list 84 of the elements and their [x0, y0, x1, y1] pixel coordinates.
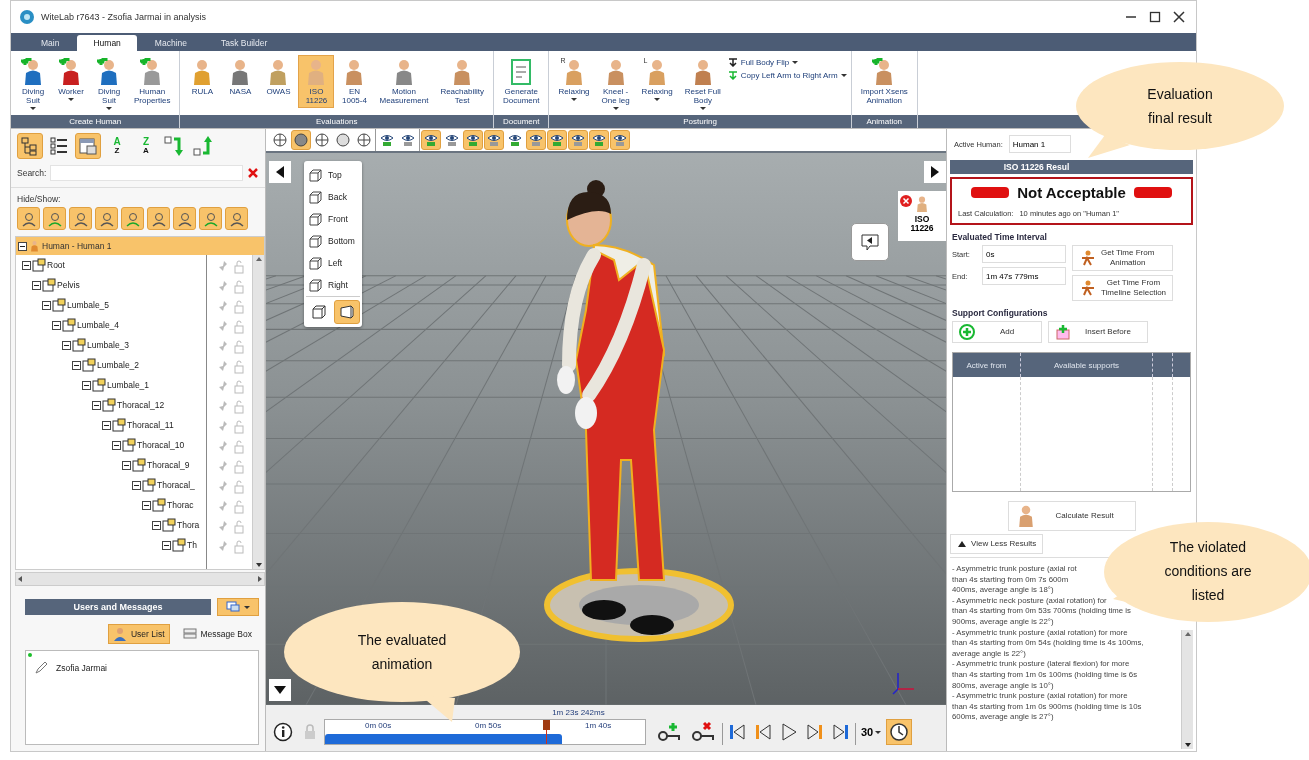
end-field[interactable]: 1m 47s 779ms — [982, 267, 1066, 285]
time-tick-label: 0m 00s — [365, 721, 392, 730]
view-switch-button[interactable]: Message Box — [177, 624, 257, 644]
user-list-item[interactable]: Zsofia Jarmai — [34, 661, 250, 675]
ribbon-button[interactable]: ISO 11226 — [298, 55, 335, 108]
ribbon-button[interactable]: Generate Document — [497, 55, 545, 108]
results-header: ISO 11226 Resul — [950, 160, 1193, 174]
ribbon-group-label: Document — [493, 115, 549, 128]
callout-text: Evaluation final result — [1146, 85, 1214, 128]
support-button[interactable]: Add — [952, 321, 1042, 343]
hide-show-label: Hide/Show: — [17, 194, 61, 204]
ribbon-button[interactable]: Reset Full Body — [679, 55, 726, 113]
ribbon-group-label: Evaluations — [180, 115, 493, 128]
active-human-field[interactable]: Human 1 — [1008, 135, 1071, 153]
tree-toolbar-button[interactable]: A Z — [104, 133, 130, 159]
ribbon-group-label: Animation — [851, 115, 917, 128]
toggle-results-button[interactable]: View Less Results — [950, 534, 1044, 554]
time-tick-label: 0m 50s — [475, 721, 502, 730]
support-button[interactable]: Insert Before — [1048, 321, 1148, 343]
get-time-button[interactable]: Get Time From Animation — [1072, 245, 1174, 271]
sort-icon: Z A — [142, 137, 150, 155]
window-title: WiteLab r7643 - Zsofia Jarmai in analysis — [41, 12, 208, 22]
evaluation-badge[interactable]: ISO 11226 — [898, 191, 946, 241]
tree-toolbar-button[interactable]: Z A — [133, 133, 159, 159]
get-time-button[interactable]: Get Time From Timeline Selection — [1072, 275, 1174, 301]
tree-node[interactable]: Thoracal_12 — [92, 398, 165, 412]
section-title: Evaluated Time Interval — [952, 232, 1048, 242]
ribbon-tab[interactable]: Human — [77, 35, 137, 51]
tree-node[interactable]: Lumbale_5 — [42, 298, 110, 312]
column-header[interactable]: Active from — [953, 353, 1021, 377]
ribbon-button[interactable]: OWAS — [260, 55, 297, 99]
ribbon-tab[interactable]: Task Builder — [205, 35, 284, 51]
ribbon-tab[interactable]: Main — [25, 35, 76, 51]
ribbon-button[interactable]: Diving Suit — [91, 55, 127, 113]
tree-node[interactable]: Thora — [152, 518, 200, 532]
ribbon-button[interactable]: Import Xsens Animation — [855, 55, 913, 108]
view-menu-item[interactable]: Left — [306, 252, 360, 274]
ribbon-button[interactable]: RULA — [184, 55, 221, 99]
calculate-result-button[interactable]: Calculate Result — [1007, 501, 1136, 531]
tree-node[interactable]: Root — [22, 258, 65, 272]
ribbon-small-button[interactable]: Copy Left Arm to Right Arm — [727, 70, 847, 80]
search-label: Search: — [17, 168, 47, 178]
tree-node[interactable]: Lumbale_1 — [82, 378, 150, 392]
tree-node[interactable]: Thoracal_11 — [102, 418, 174, 432]
tree-node[interactable]: Lumbale_4 — [52, 318, 120, 332]
ribbon-button[interactable]: Kneel - One leg — [596, 55, 635, 113]
tree-node[interactable]: Thoracal_9 — [122, 458, 190, 472]
ribbon-button[interactable]: NASA — [222, 55, 259, 99]
ribbon-button[interactable]: Reachability Test — [435, 55, 489, 108]
ribbon-group-label: Create Human — [11, 115, 180, 128]
start-field[interactable]: 0s — [982, 245, 1066, 263]
ribbon-tab[interactable]: Machine — [138, 35, 203, 51]
view-menu-item[interactable]: Bottom — [306, 230, 360, 252]
sort-icon: A Z — [113, 137, 121, 155]
tree-node[interactable]: Thorac — [142, 498, 194, 512]
timeline-track[interactable]: 0m 00s 0m 50s 1m 40s — [324, 719, 646, 745]
panel-title: Users and Messages — [25, 599, 211, 615]
tree-node[interactable]: Lumbale_2 — [72, 358, 140, 372]
callout-text: The violated conditions are listed — [1163, 538, 1253, 605]
section-title: Support Configurations — [952, 308, 1049, 318]
tree-node[interactable]: Thoracal_10 — [112, 438, 185, 452]
verdict-text: Not Acceptable — [1017, 184, 1126, 201]
tree-node[interactable]: Th — [162, 538, 197, 552]
time-tick-label: 1m 40s — [585, 721, 612, 730]
playhead-time: 1m 23s 242ms — [552, 708, 605, 717]
view-switch-button[interactable]: User List — [107, 624, 170, 644]
ribbon-button[interactable]: Worker — [53, 55, 89, 104]
tree-node[interactable]: Lumbale_3 — [62, 338, 130, 352]
view-menu-item[interactable]: Back — [306, 186, 360, 208]
ribbon-small-button[interactable]: Full Body Flip — [727, 57, 847, 67]
column-header[interactable]: Available supports — [1021, 353, 1153, 377]
ribbon-button[interactable]: Diving Suit — [15, 55, 51, 113]
view-menu-item[interactable]: Right — [306, 274, 360, 296]
ribbon-group-label: Posturing — [549, 115, 851, 128]
tree-node[interactable]: Thoracal_ — [132, 478, 195, 492]
tree-node[interactable]: Pelvis — [32, 278, 80, 292]
ribbon-button[interactable]: Human Properties — [129, 55, 176, 108]
ribbon-button[interactable]: Motion Measurement — [374, 55, 434, 108]
frame-rate-button[interactable]: 30 — [858, 719, 885, 745]
tree-header[interactable]: Human - Human 1 — [16, 237, 264, 255]
callout-text: The evaluated animation — [356, 631, 448, 674]
view-menu-item[interactable]: Front — [306, 208, 360, 230]
view-menu-item[interactable]: Top — [306, 164, 360, 186]
ribbon-button[interactable]: EN 1005-4 — [336, 55, 373, 108]
